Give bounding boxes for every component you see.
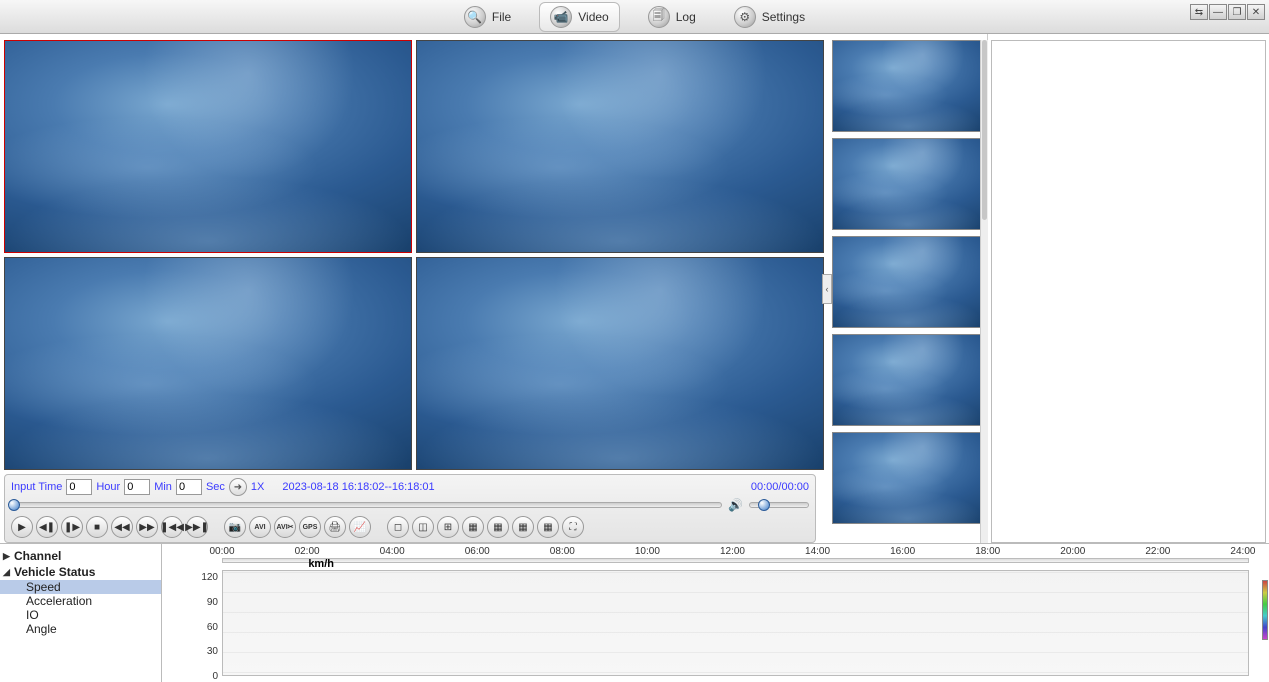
next-clip-button[interactable]: ▶▶❚	[186, 516, 208, 538]
search-icon: 🔍	[464, 6, 486, 28]
y-tick: 120	[198, 572, 218, 583]
print-button[interactable]: 🖨	[324, 516, 346, 538]
cut-button[interactable]: AVI✂	[274, 516, 296, 538]
layout-2-button[interactable]: ◫	[412, 516, 434, 538]
seek-thumb[interactable]	[8, 499, 20, 511]
maximize-button[interactable]: ❐	[1228, 4, 1246, 20]
y-axis-label: km/h	[308, 558, 334, 570]
video-grid	[4, 40, 824, 470]
y-tick: 60	[198, 622, 218, 633]
speed-label: 1X	[251, 481, 264, 493]
chart-grid	[222, 570, 1249, 676]
tree-vehicle-status-label: Vehicle Status	[14, 565, 95, 579]
avi-button[interactable]: AVI	[249, 516, 271, 538]
prev-clip-button[interactable]: ❚◀◀	[161, 516, 183, 538]
sec-label: Sec	[206, 481, 225, 493]
volume-slider[interactable]	[749, 502, 809, 508]
collapse-handle[interactable]: ‹	[822, 274, 832, 304]
timeline-bar[interactable]	[222, 558, 1249, 563]
thumbnail-1[interactable]	[832, 40, 984, 132]
gear-icon: ⚙	[734, 6, 756, 28]
thumbnail-5[interactable]	[832, 432, 984, 524]
tree-item-io[interactable]: IO	[0, 608, 161, 622]
y-tick: 30	[198, 646, 218, 657]
sec-input[interactable]	[176, 479, 202, 495]
color-indicator	[1262, 580, 1268, 640]
video-cell-1[interactable]	[4, 40, 412, 253]
caret-right-icon: ▶	[3, 551, 10, 562]
goto-button[interactable]: ➜	[229, 478, 247, 496]
thumbnail-3[interactable]	[832, 236, 984, 328]
elapsed-time: 00:00/00:00	[751, 481, 809, 493]
chart-pane: 00:0002:0004:0006:0008:0010:0012:0014:00…	[162, 544, 1269, 682]
video-cell-3[interactable]	[4, 257, 412, 470]
layout-9-button[interactable]: ▦	[512, 516, 534, 538]
tab-log-label: Log	[676, 10, 696, 24]
forward-button[interactable]: ▶▶	[136, 516, 158, 538]
minimize-button[interactable]: —	[1209, 4, 1227, 20]
play-button[interactable]: ▶	[11, 516, 33, 538]
volume-thumb[interactable]	[758, 499, 770, 511]
layout-6-button[interactable]: ▦	[462, 516, 484, 538]
thumbnail-4[interactable]	[832, 334, 984, 426]
volume-icon: 🔊	[728, 498, 743, 512]
tree-item-speed[interactable]: Speed	[0, 580, 161, 594]
tab-file[interactable]: 🔍 File	[454, 3, 521, 31]
chart-button[interactable]: 📈	[349, 516, 371, 538]
thumbnail-2[interactable]	[832, 138, 984, 230]
right-pane	[991, 40, 1266, 543]
video-cell-2[interactable]	[416, 40, 824, 253]
hour-label: Hour	[96, 481, 120, 493]
tab-file-label: File	[492, 10, 511, 24]
thumbnail-scrollbar[interactable]	[980, 40, 988, 543]
min-label: Min	[154, 481, 172, 493]
snapshot-button[interactable]: 📷	[224, 516, 246, 538]
rewind-button[interactable]: ◀◀	[111, 516, 133, 538]
tree-item-angle[interactable]: Angle	[0, 622, 161, 636]
tree-channel-label: Channel	[14, 549, 61, 563]
tree-channel[interactable]: ▶ Channel	[0, 548, 161, 564]
gps-button[interactable]: GPS	[299, 516, 321, 538]
lock-button[interactable]: ⇆	[1190, 4, 1208, 20]
fullscreen-button[interactable]: ⛶	[562, 516, 584, 538]
video-cell-4[interactable]	[416, 257, 824, 470]
input-time-label: Input Time	[11, 481, 62, 493]
tab-video-label: Video	[578, 10, 608, 24]
tab-video[interactable]: 📹 Video	[539, 2, 619, 32]
y-tick: 0	[198, 671, 218, 682]
playback-panel: Input Time Hour Min Sec ➜ 1X 2023-08-18 …	[4, 474, 816, 543]
tab-settings-label: Settings	[762, 10, 805, 24]
thumbnail-column: ‹	[824, 34, 988, 543]
tree-item-acceleration[interactable]: Acceleration	[0, 594, 161, 608]
layout-1-button[interactable]: ◻	[387, 516, 409, 538]
tree-vehicle-status[interactable]: ◢ Vehicle Status	[0, 564, 161, 580]
top-toolbar: 🔍 File 📹 Video 🗐 Log ⚙ Settings ⇆ — ❐ ✕	[0, 0, 1269, 34]
step-back-button[interactable]: ◀❚	[36, 516, 58, 538]
camera-icon: 📹	[550, 6, 572, 28]
tab-settings[interactable]: ⚙ Settings	[724, 3, 815, 31]
tree-pane: ▶ Channel ◢ Vehicle Status SpeedAccelera…	[0, 544, 162, 682]
tab-log[interactable]: 🗐 Log	[638, 3, 706, 31]
layout-4-button[interactable]: ⊞	[437, 516, 459, 538]
log-icon: 🗐	[648, 6, 670, 28]
thumbnail-scrollbar-thumb[interactable]	[982, 40, 987, 220]
layout-8-button[interactable]: ▦	[487, 516, 509, 538]
y-tick: 90	[198, 597, 218, 608]
stop-button[interactable]: ■	[86, 516, 108, 538]
caret-down-icon: ◢	[3, 567, 10, 578]
time-range: 2023-08-18 16:18:02--16:18:01	[282, 481, 434, 493]
step-forward-button[interactable]: ❚▶	[61, 516, 83, 538]
min-input[interactable]	[124, 479, 150, 495]
close-button[interactable]: ✕	[1247, 4, 1265, 20]
hour-input[interactable]	[66, 479, 92, 495]
seek-slider[interactable]	[11, 502, 722, 508]
layout-16-button[interactable]: ▦	[537, 516, 559, 538]
window-controls: ⇆ — ❐ ✕	[1190, 4, 1265, 20]
